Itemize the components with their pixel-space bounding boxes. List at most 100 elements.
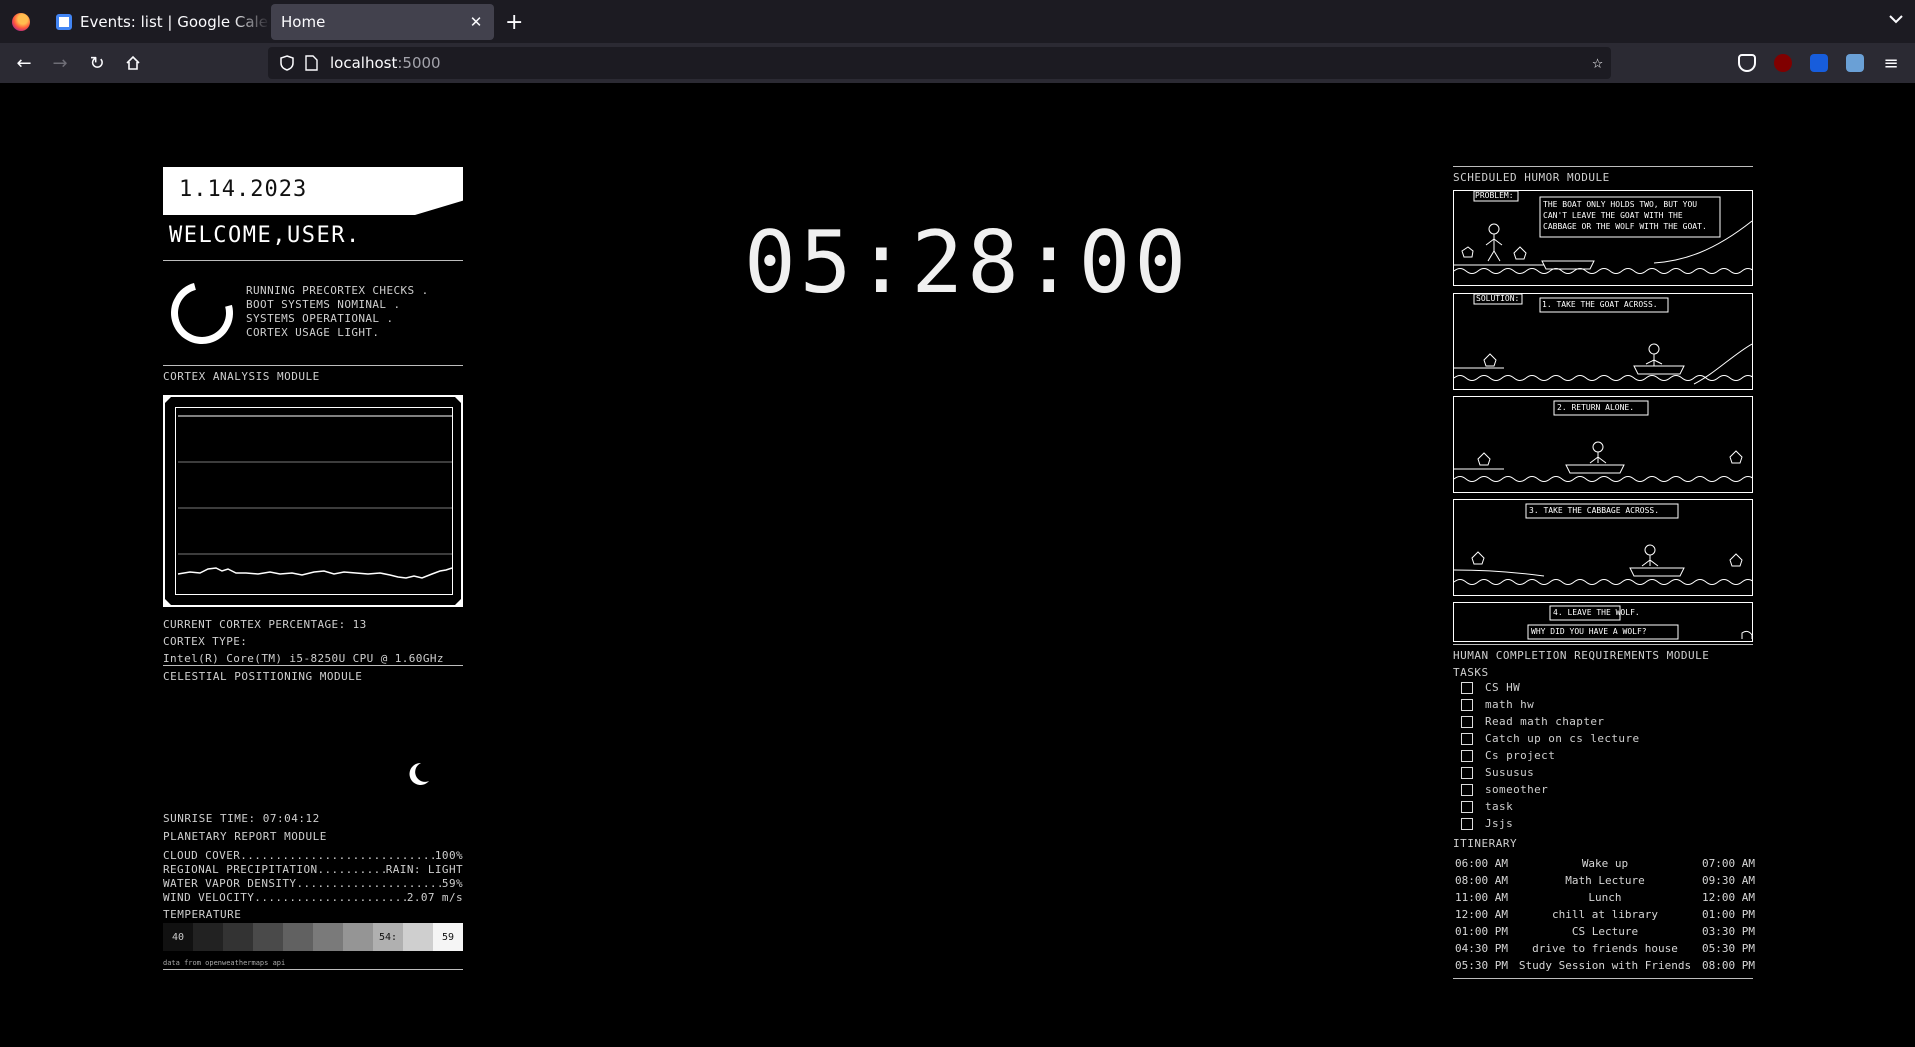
task-item[interactable]: Read math chapter	[1461, 713, 1640, 730]
weather-label: WATER VAPOR DENSITY	[163, 877, 297, 890]
planetary-module-title: PLANETARY REPORT MODULE	[163, 830, 327, 843]
comic-panel: 4. LEAVE THE WOLF. WHY DID YOU HAVE A WO…	[1453, 602, 1753, 642]
comic-caption: 2. RETURN ALONE.	[1557, 403, 1635, 412]
itinerary-start: 04:30 PM	[1455, 942, 1508, 955]
task-checkbox[interactable]	[1461, 749, 1473, 762]
url-bar[interactable]: localhost:5000 ☆	[268, 47, 1611, 79]
task-item[interactable]: task	[1461, 798, 1640, 815]
itinerary-event: Wake up	[1581, 857, 1629, 870]
tab-google-calendar[interactable]: Events: list | Google Calendar	[44, 4, 270, 40]
task-checkbox[interactable]	[1461, 800, 1473, 813]
task-item[interactable]: Catch up on cs lecture	[1461, 730, 1640, 747]
ublock-origin-icon[interactable]	[1774, 54, 1792, 72]
divider	[163, 260, 463, 261]
task-label: task	[1485, 800, 1514, 813]
temperature-gradient-bar: 40 54: 59	[163, 923, 463, 951]
bitwarden-icon[interactable]	[1810, 54, 1828, 72]
weather-value: 2.07 m/s	[406, 891, 463, 904]
forward-arrow-icon[interactable]: →	[48, 51, 72, 75]
itinerary-table: 06:00 AM Wake up 07:00 AM 08:00 AM Math Lec…	[1455, 855, 1755, 974]
itinerary-start: 05:30 PM	[1455, 959, 1508, 972]
close-tab-icon[interactable]: ✕	[464, 10, 488, 34]
comic-caption: THE BOAT ONLY HOLDS TWO, BUT YOU CAN'T L…	[1543, 200, 1707, 231]
task-item[interactable]: CS HW	[1461, 679, 1640, 696]
divider	[1453, 166, 1753, 167]
task-label: Cs project	[1485, 749, 1556, 762]
dot-leader: ........................................…	[240, 849, 435, 862]
boot-messages: RUNNING PRECORTEX CHECKS . BOOT SYSTEMS …	[246, 284, 429, 340]
extension-icon[interactable]	[1846, 54, 1864, 72]
tasks-title: TASKS	[1453, 666, 1489, 679]
task-checkbox[interactable]	[1461, 732, 1473, 745]
task-checkbox[interactable]	[1461, 715, 1473, 728]
back-arrow-icon[interactable]: ←	[12, 51, 36, 75]
itinerary-end: 01:00 PM	[1702, 908, 1755, 921]
comic-caption: SOLUTION:	[1476, 294, 1520, 303]
dot-leader: ........................................…	[296, 877, 442, 890]
url-text[interactable]: localhost:5000	[330, 54, 441, 72]
pocket-icon[interactable]	[1738, 54, 1756, 72]
task-item[interactable]: Sususus	[1461, 764, 1640, 781]
comic-caption: PROBLEM:	[1475, 191, 1514, 200]
divider	[163, 969, 463, 970]
home-icon[interactable]	[121, 51, 145, 75]
weather-value: RAIN: LIGHT	[385, 863, 463, 876]
task-checkbox[interactable]	[1461, 817, 1473, 830]
google-calendar-icon	[56, 14, 72, 30]
itinerary-title: ITINERARY	[1453, 837, 1518, 850]
temp-cell	[253, 923, 283, 951]
task-checkbox[interactable]	[1461, 783, 1473, 796]
temp-high: 59	[433, 923, 463, 951]
tab-title: Home	[281, 13, 326, 31]
bookmark-star-icon[interactable]: ☆	[1592, 52, 1603, 73]
humor-module-title: SCHEDULED HUMOR MODULE	[1453, 171, 1610, 184]
itinerary-end: 09:30 AM	[1702, 874, 1755, 887]
weather-row: CLOUD COVER.............................…	[163, 849, 463, 863]
date-text: 1.14.2023	[179, 177, 308, 202]
task-checkbox[interactable]	[1461, 681, 1473, 694]
reload-icon[interactable]: ↻	[85, 51, 109, 75]
requirements-module-title: HUMAN COMPLETION REQUIREMENTS MODULE	[1453, 649, 1710, 662]
itinerary-event: drive to friends house	[1532, 942, 1678, 955]
list-all-tabs-chevron-icon[interactable]	[1889, 12, 1903, 28]
temp-cell	[283, 923, 313, 951]
weather-label: CLOUD COVER	[163, 849, 241, 862]
weather-row: WIND VELOCITY...........................…	[163, 891, 463, 905]
weather-label: REGIONAL PRECIPITATION	[163, 863, 318, 876]
task-label: math hw	[1485, 698, 1535, 711]
comic-panel: SOLUTION: 1. TAKE THE GOAT ACROSS.	[1453, 293, 1753, 390]
itinerary-event: Math Lecture	[1565, 874, 1645, 887]
page-info-icon[interactable]	[305, 55, 318, 75]
comic-caption: 3. TAKE THE CABBAGE ACROSS.	[1529, 506, 1660, 515]
welcome-text: WELCOME,USER.	[169, 223, 361, 248]
itinerary-row: 11:00 AM Lunch 12:00 AM	[1455, 889, 1755, 906]
task-item[interactable]: Jsjs	[1461, 815, 1640, 832]
task-item[interactable]: math hw	[1461, 696, 1640, 713]
corner-decoration	[163, 395, 173, 405]
task-label: Catch up on cs lecture	[1485, 732, 1640, 745]
comic-panel: 2. RETURN ALONE.	[1453, 396, 1753, 493]
itinerary-end: 03:30 PM	[1702, 925, 1755, 938]
menu-hamburger-icon[interactable]: ≡	[1879, 51, 1903, 75]
tab-home[interactable]: Home ✕	[271, 4, 494, 40]
tracking-protection-shield-icon[interactable]	[280, 55, 294, 75]
firefox-logo-icon[interactable]	[12, 13, 30, 31]
comic-caption: WHY DID YOU HAVE A WOLF?	[1531, 627, 1647, 636]
task-checkbox[interactable]	[1461, 766, 1473, 779]
weather-report: CLOUD COVER.............................…	[163, 849, 463, 905]
data-source-note: data from openweathermaps api	[163, 959, 286, 967]
clock: 05:28:00	[744, 213, 1191, 313]
cortex-percentage: CURRENT CORTEX PERCENTAGE: 13	[163, 618, 367, 631]
cortex-stats: CURRENT CORTEX PERCENTAGE: 13 CORTEX TYP…	[163, 616, 444, 667]
itinerary-event: CS Lecture	[1571, 925, 1639, 938]
cortex-usage-graph	[163, 395, 463, 607]
new-tab-button[interactable]: +	[505, 10, 523, 35]
divider	[163, 665, 463, 666]
task-checkbox[interactable]	[1461, 698, 1473, 711]
temp-low: 40	[163, 923, 193, 951]
temp-cell	[403, 923, 433, 951]
task-item[interactable]: someother	[1461, 781, 1640, 798]
itinerary-start: 06:00 AM	[1455, 857, 1508, 870]
task-item[interactable]: Cs project	[1461, 747, 1640, 764]
comic-panel: PROBLEM: THE BOAT ONLY HOLDS TWO, BUT YO…	[1453, 190, 1753, 286]
